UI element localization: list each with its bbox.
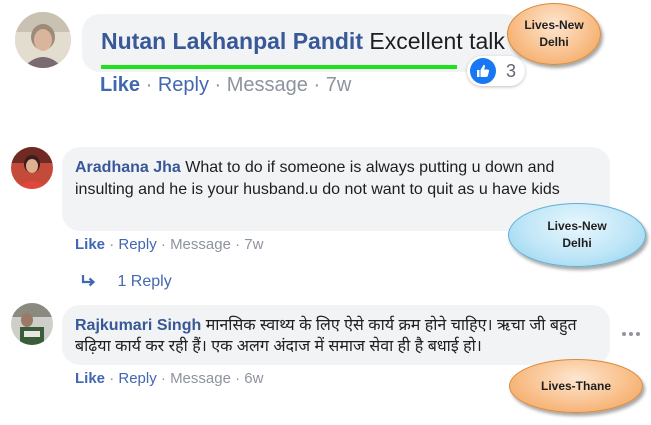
location-callout: Lives-Thane [509,359,643,413]
callout-line: Delhi [539,35,569,49]
highlight-underline [101,65,457,69]
comment-actions: Like · Reply · Message · 7w [100,74,351,97]
comment-timestamp[interactable]: 7w [326,74,352,96]
separator: · [235,236,241,253]
callout-line: Lives-New [524,18,584,32]
comment-content: Aradhana Jha What to do if someone is al… [75,157,605,201]
separator: · [145,74,153,96]
like-button[interactable]: Like [100,74,140,96]
view-replies-link[interactable]: 1 Reply [81,273,172,294]
reaction-summary[interactable]: 3 [467,56,525,86]
comment-actions: Like · Reply · Message · 6w [75,370,263,387]
reply-button[interactable]: Reply [118,370,156,387]
reaction-count: 3 [506,60,517,81]
separator: · [160,370,166,387]
like-button[interactable]: Like [75,236,105,253]
location-callout: Lives-New Delhi [507,3,601,65]
callout-line: Delhi [562,236,592,250]
reply-button[interactable]: Reply [118,236,156,253]
comment-timestamp[interactable]: 7w [244,236,263,253]
avatar[interactable] [11,303,53,345]
separator: · [214,74,222,96]
message-button[interactable]: Message [227,74,308,96]
message-button[interactable]: Message [170,236,231,253]
replies-count-label[interactable]: 1 Reply [117,273,171,290]
comment-author-name[interactable]: Aradhana Jha [75,159,181,176]
avatar[interactable] [15,12,71,68]
comment-actions: Like · Reply · Message · 7w [75,236,263,253]
comment-author-name[interactable]: Rajkumari Singh [75,317,201,334]
separator: · [313,74,321,96]
comment-text: Excellent talk [369,28,505,54]
comment-timestamp[interactable]: 6w [244,370,263,387]
avatar[interactable] [11,147,53,189]
more-options-icon[interactable] [622,331,640,337]
comment-content: Nutan Lakhanpal Pandit Excellent talk [101,28,505,55]
thumbs-up-icon [470,58,496,84]
reply-arrow-icon [81,273,101,294]
reply-button[interactable]: Reply [158,74,209,96]
message-button[interactable]: Message [170,370,231,387]
like-button[interactable]: Like [75,370,105,387]
separator: · [160,236,166,253]
callout-line: Lives-New [547,219,607,233]
separator: · [235,370,241,387]
separator: · [109,370,115,387]
comment-content: Rajkumari Singh मानसिक स्वाथ्य के लिए ऐस… [75,315,600,357]
callout-line: Lives-Thane [540,379,612,393]
comment-author-name[interactable]: Nutan Lakhanpal Pandit [101,28,363,54]
separator: · [109,236,115,253]
location-callout: Lives-New Delhi [508,203,646,267]
